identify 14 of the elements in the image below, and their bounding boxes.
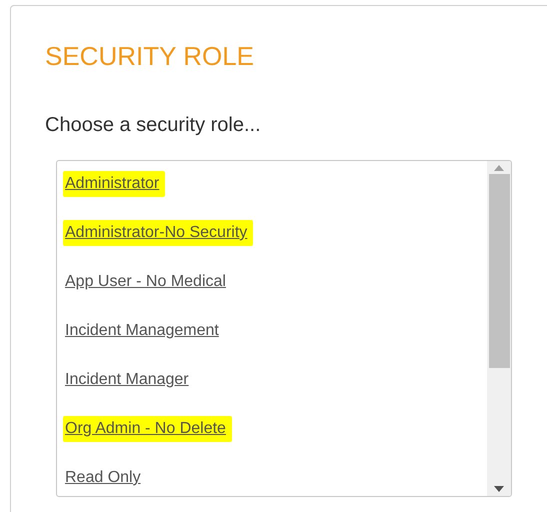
role-link[interactable]: Administrator-No Security	[63, 220, 254, 246]
prompt-label: Choose a security role...	[45, 113, 262, 137]
scroll-thumb[interactable]	[488, 174, 510, 368]
scrollbar[interactable]	[487, 161, 511, 496]
role-list[interactable]: Administrator Administrator-No Security App User - No Medical Incident Management Incident Manager Org Admin - No Delete Read Only	[56, 160, 512, 497]
role-link[interactable]: App User - No Medical	[63, 269, 232, 295]
role-link[interactable]: Read Only	[63, 465, 147, 491]
role-link[interactable]: Org Admin - No Delete	[63, 416, 232, 442]
role-link[interactable]: Incident Manager	[63, 367, 195, 393]
section-title: SECURITY ROLE	[45, 40, 256, 72]
scroll-up-icon[interactable]	[494, 165, 504, 171]
role-link[interactable]: Administrator	[63, 171, 166, 197]
role-link[interactable]: Incident Management	[63, 318, 225, 344]
scroll-down-icon[interactable]	[494, 486, 504, 492]
